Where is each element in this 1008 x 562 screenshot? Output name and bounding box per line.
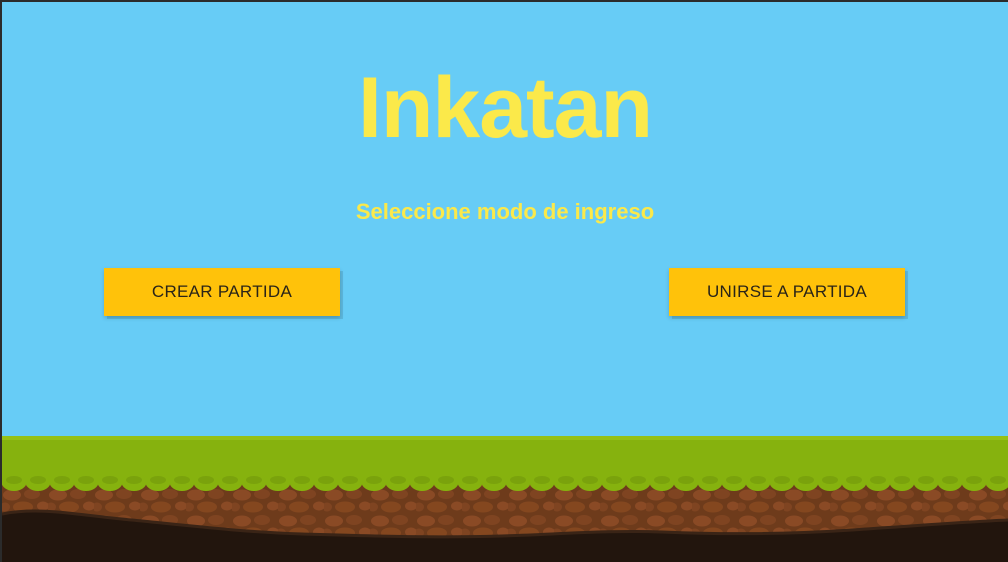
mode-prompt: Seleccione modo de ingreso xyxy=(355,199,655,224)
join-game-button[interactable]: UNIRSE A PARTIDA xyxy=(669,268,905,316)
game-screen: Inkatan Seleccione modo de ingreso CREAR… xyxy=(2,2,1008,562)
create-game-button[interactable]: CREAR PARTIDA xyxy=(104,268,340,316)
ground-terrain xyxy=(2,436,1008,562)
game-title: Inkatan xyxy=(357,60,653,156)
